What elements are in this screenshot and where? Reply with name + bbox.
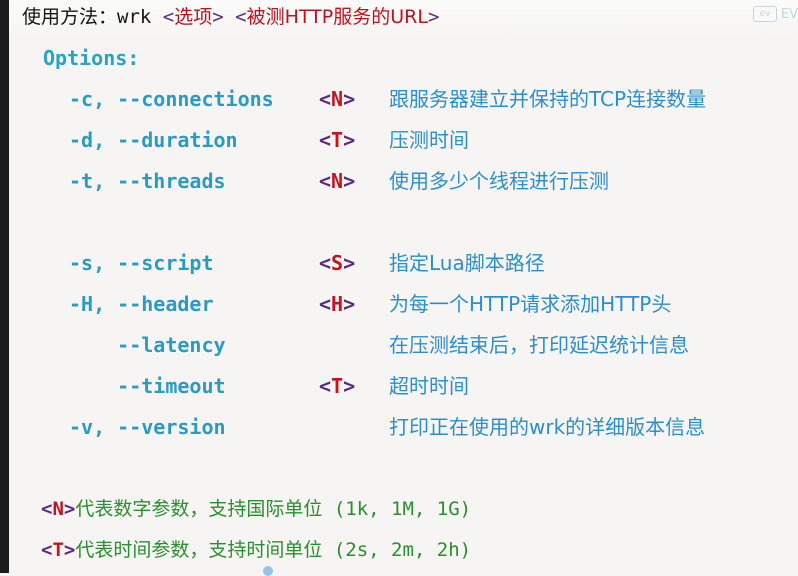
option-row-duration: -d, --duration <T> 压测时间 <box>9 126 798 154</box>
option-row-connections: -c, --connections <N> 跟服务器建立并保持的TCP连接数量 <box>9 85 798 113</box>
option-description: 指定Lua脚本路径 <box>389 251 545 275</box>
note-text: 代表时间参数，支持时间单位 <box>75 539 323 561</box>
option-arg-letter: S <box>331 251 344 275</box>
options-placeholder-open: < <box>162 6 175 28</box>
note-text: 代表数字参数，支持国际单位 <box>75 498 323 520</box>
option-description: 在压测结束后，打印延迟统计信息 <box>389 333 689 357</box>
option-arg: <S> <box>319 251 356 275</box>
option-row-header: -H, --header <H> 为每一个HTTP请求添加HTTP头 <box>9 290 798 318</box>
option-description: 使用多少个线程进行压测 <box>389 169 609 193</box>
watermark-text: EV <box>780 6 798 22</box>
option-flag: -d, --duration <box>69 128 238 152</box>
app-watermark: ev EV <box>752 5 798 23</box>
option-row-version: -v, --version 打印正在使用的wrk的详细版本信息 <box>9 413 798 441</box>
option-description: 为每一个HTTP请求添加HTTP头 <box>389 292 672 316</box>
url-placeholder-open: < <box>235 6 247 28</box>
option-arg: <H> <box>319 292 356 316</box>
option-description: 超时时间 <box>389 374 469 398</box>
ev-logo-icon: ev <box>752 6 777 22</box>
option-description: 压测时间 <box>389 128 469 152</box>
note-arg-letter: T <box>52 539 64 561</box>
option-arg-letter: H <box>331 292 344 316</box>
url-placeholder: 被测HTTP服务的URL <box>246 6 428 28</box>
option-flag: --timeout <box>69 374 226 398</box>
option-row-latency: --latency 在压测结束后，打印延迟统计信息 <box>9 331 798 359</box>
option-flag: -c, --connections <box>69 87 274 111</box>
option-arg: <T> <box>319 128 356 152</box>
option-flag: --latency <box>69 333 226 357</box>
option-flag: -t, --threads <box>69 169 226 193</box>
option-arg-letter: T <box>331 128 344 152</box>
option-arg-letter: N <box>331 87 344 111</box>
option-flag: -s, --script <box>69 251 214 275</box>
command-name: wrk <box>117 6 152 28</box>
options-placeholder: 选项 <box>174 6 213 28</box>
option-arg-letter: N <box>331 169 344 193</box>
note-number-units: <N>代表数字参数，支持国际单位 (1k, 1M, 1G) <box>41 498 472 520</box>
url-placeholder-close: > <box>427 6 440 28</box>
window-frame-edge <box>0 0 9 573</box>
option-arg: <N> <box>319 169 356 193</box>
option-description: 跟服务器建立并保持的TCP连接数量 <box>389 87 707 111</box>
option-flag: -H, --header <box>69 292 214 316</box>
options-heading: Options: <box>43 46 140 70</box>
option-arg: <T> <box>319 374 356 398</box>
note-values: (2s, 2m, 2h) <box>333 539 472 561</box>
options-placeholder-close: > <box>212 6 224 28</box>
option-row-script: -s, --script <S> 指定Lua脚本路径 <box>9 249 798 277</box>
option-arg: <N> <box>319 87 356 111</box>
note-values: (1k, 1M, 1G) <box>333 498 472 520</box>
usage-line: 使用方法：wrk <选项> <被测HTTP服务的URL> <box>22 2 439 32</box>
option-row-timeout: --timeout <T> 超时时间 <box>9 372 798 400</box>
option-row-threads: -t, --threads <N> 使用多少个线程进行压测 <box>9 167 798 195</box>
note-time-units: <T>代表时间参数，支持时间单位 (2s, 2m, 2h) <box>41 539 472 561</box>
option-flag: -v, --version <box>69 415 226 439</box>
document-panel: 使用方法：wrk <选项> <被测HTTP服务的URL> ev EV Optio… <box>9 0 798 576</box>
option-description: 打印正在使用的wrk的详细版本信息 <box>389 415 706 439</box>
pointer-cursor-icon <box>263 566 273 576</box>
option-arg-letter: T <box>331 374 344 398</box>
usage-prefix: 使用方法： <box>22 6 118 28</box>
note-arg-letter: N <box>52 498 64 520</box>
